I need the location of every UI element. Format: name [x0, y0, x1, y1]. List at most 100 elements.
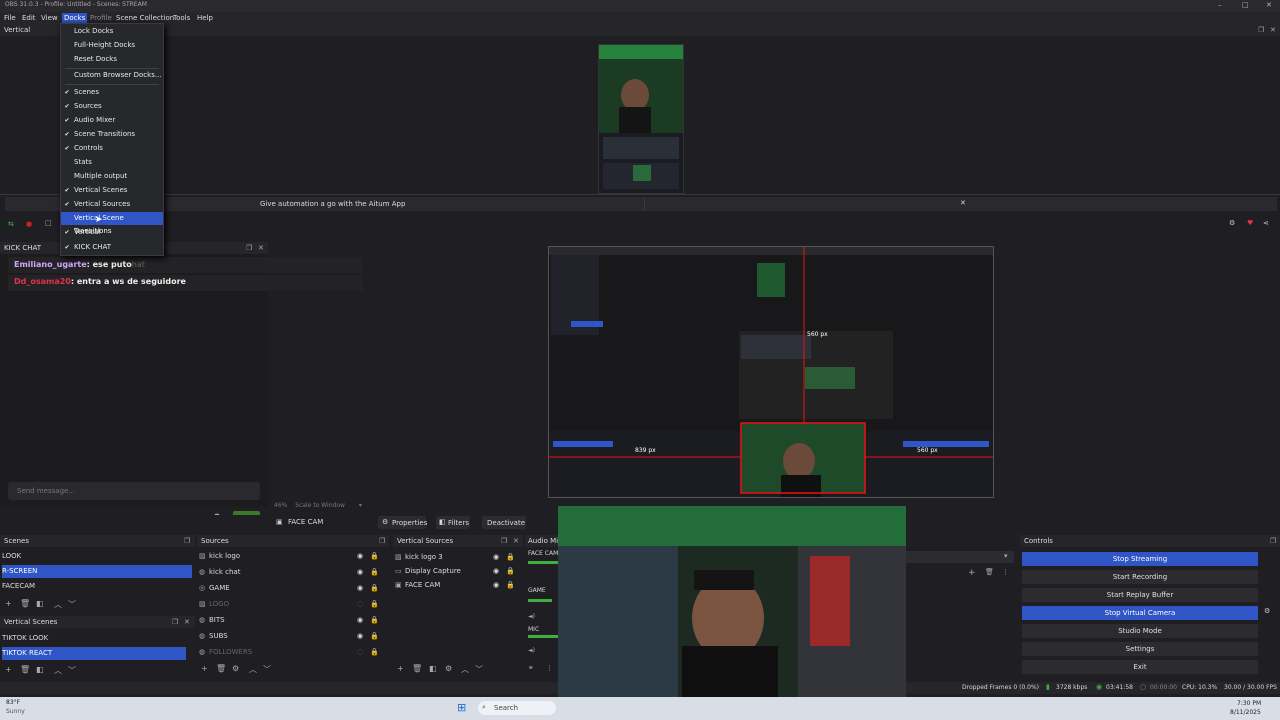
- chat-username[interactable]: Emiliano_ugarte: [14, 260, 87, 269]
- chat-input[interactable]: Send message...: [8, 482, 260, 500]
- speaker-icon[interactable]: ◄): [528, 647, 535, 654]
- float-icon[interactable]: ❐: [501, 537, 507, 545]
- close-panel-icon[interactable]: ✕: [184, 618, 190, 626]
- deactivate-button[interactable]: Deactivate: [482, 516, 526, 529]
- eye-icon[interactable]: ◉: [493, 579, 499, 592]
- menu-item-kick-chat[interactable]: ✔ KICK CHAT: [61, 241, 163, 254]
- menu-item-full-height-docks[interactable]: Full-Height Docks: [61, 39, 163, 52]
- gear-icon[interactable]: ⚙: [1229, 219, 1235, 227]
- start-replay-buffer-button[interactable]: Start Replay Buffer: [1022, 588, 1258, 602]
- source-item[interactable]: ◍ kick chat ◉ 🔒: [199, 566, 379, 579]
- menu-item-audio-mixer[interactable]: ✔ Audio Mixer: [61, 114, 163, 127]
- vertical-source-item[interactable]: ▨ kick logo 3 ◉ 🔒: [395, 551, 520, 564]
- menu-item-vertical-sources[interactable]: ✔ Vertical Sources: [61, 198, 163, 211]
- maximize-icon[interactable]: □: [1242, 1, 1249, 9]
- menu-tools[interactable]: Tools: [173, 14, 190, 22]
- add-icon[interactable]: +: [397, 664, 404, 673]
- lock-icon[interactable]: 🔒: [370, 550, 379, 563]
- stop-virtual-camera-button[interactable]: Stop Virtual Camera: [1022, 606, 1258, 620]
- filters-button[interactable]: ◧ Filters: [436, 516, 470, 529]
- filter-icon[interactable]: ◧: [429, 664, 437, 673]
- gear-icon[interactable]: ⚙: [445, 664, 452, 673]
- chevron-down-icon[interactable]: ﹀: [475, 664, 483, 675]
- menu-dots-icon[interactable]: ⋮: [546, 664, 553, 672]
- vertical-source-item[interactable]: ▣ FACE CAM ◉ 🔒: [395, 579, 520, 592]
- chat-username[interactable]: Dd_osama20: [14, 277, 71, 286]
- trash-icon[interactable]: 🗑: [216, 664, 226, 673]
- menu-scene-collection[interactable]: Scene Collection: [116, 14, 174, 22]
- menu-item-controls[interactable]: ✔ Controls: [61, 142, 163, 155]
- eye-icon[interactable]: ◉: [357, 566, 363, 579]
- vertical-scene-item[interactable]: TIKTOK LOOK: [2, 632, 186, 645]
- studio-mode-button[interactable]: Studio Mode: [1022, 624, 1258, 638]
- properties-button[interactable]: ⚙ Properties: [378, 516, 427, 529]
- minimize-icon[interactable]: –: [1218, 1, 1222, 9]
- vertical-source-item[interactable]: ▭ Display Capture ◉ 🔒: [395, 565, 520, 578]
- zoom-indicator[interactable]: 46% Scale to Window ▾: [274, 502, 362, 509]
- eye-icon[interactable]: ◉: [357, 582, 363, 595]
- source-item[interactable]: ◎ GAME ◉ 🔒: [199, 582, 379, 595]
- lock-icon[interactable]: 🔒: [370, 646, 379, 659]
- stop-streaming-button[interactable]: Stop Streaming: [1022, 552, 1258, 566]
- eye-icon[interactable]: ◉: [493, 551, 499, 564]
- chevron-down-icon[interactable]: ﹀: [68, 599, 76, 610]
- record-icon[interactable]: ●: [26, 220, 32, 228]
- speaker-icon[interactable]: ◄): [528, 613, 535, 620]
- chevron-up-icon[interactable]: ︿: [461, 664, 469, 675]
- close-panel-icon[interactable]: ✕: [513, 537, 519, 545]
- menu-dots-icon[interactable]: ⋖: [1263, 219, 1269, 227]
- exit-button[interactable]: Exit: [1022, 660, 1258, 674]
- menu-item-stats[interactable]: Stats: [61, 156, 163, 169]
- menu-dots-icon[interactable]: ⋮: [1002, 568, 1009, 576]
- close-panel-icon[interactable]: ✕: [258, 244, 264, 252]
- virtual-camera-settings-icon[interactable]: ⚙: [1264, 607, 1270, 615]
- menu-item-reset-docks[interactable]: Reset Docks: [61, 53, 163, 66]
- lock-icon[interactable]: 🔒: [506, 551, 515, 564]
- filter-icon[interactable]: ◧: [36, 665, 44, 674]
- chevron-up-icon[interactable]: ︿: [249, 664, 257, 675]
- menu-view[interactable]: View: [41, 14, 58, 22]
- eye-icon[interactable]: ◉: [493, 565, 499, 578]
- menu-file[interactable]: File: [4, 14, 16, 22]
- main-canvas[interactable]: 839 px 560 px 560 px: [548, 246, 994, 498]
- menu-profile[interactable]: Profile: [90, 14, 112, 22]
- trash-icon[interactable]: 🗑: [20, 665, 30, 674]
- eye-icon[interactable]: ◉: [357, 630, 363, 643]
- chevron-up-icon[interactable]: ︿: [54, 599, 62, 610]
- menu-item-multiple-output[interactable]: Multiple output: [61, 170, 163, 183]
- menu-item-sources[interactable]: ✔ Sources: [61, 100, 163, 113]
- menu-item-vertical[interactable]: ✔ Vertical: [61, 226, 163, 239]
- source-item[interactable]: ▨ LOGO ◌ 🔒: [199, 598, 379, 611]
- scene-item[interactable]: FACECAM: [2, 580, 192, 593]
- taskbar-search[interactable]: ⌕ Search: [478, 701, 556, 715]
- float-icon[interactable]: ❐: [184, 537, 190, 545]
- stop-icon[interactable]: □: [45, 219, 52, 227]
- eye-icon[interactable]: ◉: [357, 614, 363, 627]
- trash-icon[interactable]: 🗑: [985, 568, 994, 576]
- float-icon[interactable]: ❐: [379, 537, 385, 545]
- lock-icon[interactable]: 🔒: [506, 579, 515, 592]
- trash-icon[interactable]: 🗑: [412, 664, 422, 673]
- lock-icon[interactable]: 🔒: [370, 598, 379, 611]
- lock-icon[interactable]: 🔒: [370, 614, 379, 627]
- menu-docks[interactable]: Docks: [62, 13, 88, 23]
- close-panel-icon[interactable]: ✕: [1270, 26, 1276, 34]
- add-icon[interactable]: +: [5, 665, 12, 674]
- gear-icon[interactable]: ⚙: [232, 664, 239, 673]
- lock-icon[interactable]: 🔒: [370, 630, 379, 643]
- vertical-scene-item[interactable]: TIKTOK REACT: [2, 647, 186, 660]
- settings-button[interactable]: Settings: [1022, 642, 1258, 656]
- lock-icon[interactable]: 🔒: [370, 566, 379, 579]
- float-icon[interactable]: ❐: [1258, 26, 1264, 34]
- add-icon[interactable]: +: [201, 664, 208, 673]
- menu-help[interactable]: Help: [197, 14, 213, 22]
- menu-item-vertical-scene-transitions[interactable]: Vertical Scene Transitions: [61, 212, 163, 235]
- menu-item-lock-docks[interactable]: Lock Docks: [61, 25, 163, 38]
- source-item[interactable]: ▨ kick logo ◉ 🔒: [199, 550, 379, 563]
- scene-item[interactable]: R-SCREEN: [2, 565, 192, 578]
- menu-item-scenes[interactable]: ✔ Scenes: [61, 86, 163, 99]
- source-item[interactable]: ◍ SUBS ◉ 🔒: [199, 630, 379, 643]
- add-icon[interactable]: +: [968, 568, 976, 578]
- menu-item-custom-browser-docks[interactable]: Custom Browser Docks...: [61, 69, 163, 82]
- float-icon[interactable]: ❐: [172, 618, 178, 626]
